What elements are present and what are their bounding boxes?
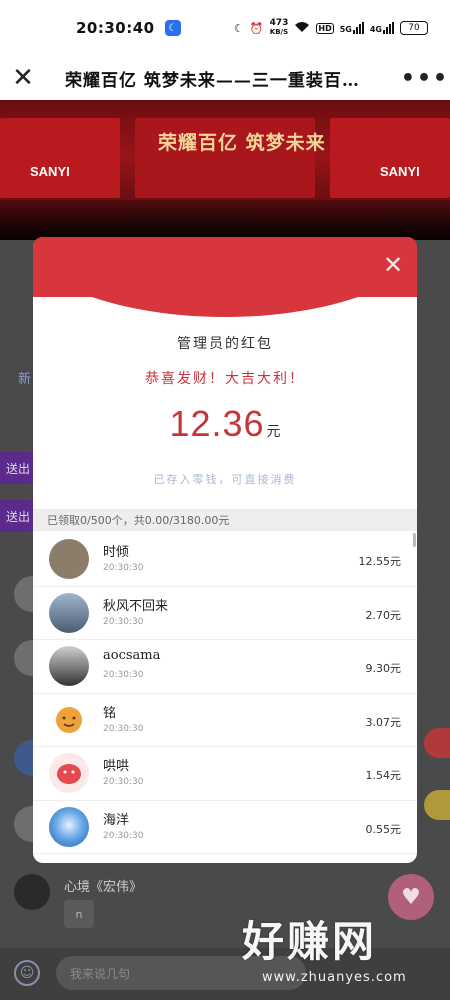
page-title: 荣耀百亿 筑梦未来——三一重装百…: [65, 70, 360, 91]
red-packet-greeting: 恭喜发财！大吉大利！: [145, 371, 305, 387]
wifi-icon: [294, 21, 310, 36]
amount-value: 12.36: [169, 403, 265, 444]
claim-time: 20:30:30: [103, 777, 144, 787]
claim-amount: 0.55元: [365, 822, 402, 836]
dnd-moon-icon: ☾: [234, 21, 244, 35]
status-time: 20:30:40: [76, 19, 155, 37]
status-icons: ☾ ⏰ 473 KB/S HD 5G 4G 70: [234, 19, 428, 37]
avatar: [14, 874, 50, 910]
live-banner[interactable]: SANYI 荣耀百亿 筑梦未来 SANYI: [0, 100, 450, 240]
claim-time: 20:30:30: [103, 670, 144, 680]
background-tab: 新: [18, 372, 32, 387]
modal-header-curve: [33, 237, 417, 317]
claimer-name: 铭: [103, 705, 117, 721]
watermark-title: 好赚网: [242, 917, 378, 966]
comment-author: 心境《宏伟》: [64, 880, 143, 895]
claim-list[interactable]: 时倾 20:30:30 12.55元 秋风不回来 20:30:30 2.70元 …: [33, 533, 417, 863]
claim-amount: 12.55元: [358, 555, 402, 568]
banner-slogan: 荣耀百亿 筑梦未来: [158, 132, 326, 154]
hd-badge: HD: [316, 22, 334, 34]
avatar: [49, 699, 89, 740]
claim-time: 20:30:30: [103, 563, 144, 573]
status-bar: 20:30:40 ☾ ☾ ⏰ 473 KB/S HD 5G 4G 70: [0, 0, 450, 56]
red-packet-sender: 管理员的红包: [177, 336, 273, 352]
banner-logo-left: SANYI: [30, 164, 70, 179]
avatar: [49, 592, 89, 633]
close-icon[interactable]: ✕: [1, 56, 45, 100]
claim-time: 20:30:30: [103, 723, 144, 734]
list-item[interactable]: aocsama 20:30:30 9.30元: [33, 640, 417, 694]
moon-app-icon: ☾: [164, 20, 181, 36]
more-icon[interactable]: •••: [400, 56, 450, 100]
banner-logo-right: SANYI: [380, 164, 420, 179]
gift-tag: 送出: [0, 500, 36, 532]
claimer-name: aocsama: [103, 648, 161, 663]
avatar: [49, 646, 89, 686]
list-item[interactable]: 时倾 20:30:30 12.55元: [33, 533, 417, 587]
watermark: 好赚网 www.zhuanyes.com: [242, 908, 450, 1000]
claimer-name: 秋风不回来: [103, 598, 169, 614]
list-item[interactable]: 铭 20:30:30 3.07元: [33, 694, 417, 747]
side-float-button[interactable]: [424, 790, 450, 820]
avatar: [49, 753, 89, 793]
claimer-name: 时倾: [103, 545, 130, 560]
signal-4g-icon: 4G: [370, 22, 394, 34]
comment-bubble: n: [64, 900, 94, 928]
claim-amount: 2.70元: [365, 608, 402, 622]
watermark-url: www.zhuanyes.com: [262, 970, 407, 985]
red-packet-modal: ✕ 管理员的红包 恭喜发财！大吉大利！ 12.36 元 已存入零钱，可直接消费 已…: [33, 237, 417, 863]
side-float-button[interactable]: [424, 728, 450, 758]
nav-bar: ✕ 荣耀百亿 筑梦未来——三一重装百… •••: [0, 56, 450, 100]
claim-amount: 9.30元: [365, 662, 402, 675]
alarm-icon: ⏰: [249, 21, 264, 35]
emoji-icon[interactable]: ☺: [14, 960, 40, 986]
claim-amount: 3.07元: [365, 715, 402, 729]
avatar: [49, 806, 89, 847]
claimer-name: 哄哄: [103, 759, 130, 774]
avatar: [49, 539, 89, 579]
red-packet-amount: 12.36 元: [33, 403, 417, 445]
claim-time: 20:30:30: [103, 830, 144, 841]
list-item[interactable]: 哄哄 20:30:30 1.54元: [33, 747, 417, 801]
list-item[interactable]: 秋风不回来 20:30:30 2.70元: [33, 587, 417, 640]
battery-indicator: 70: [400, 21, 428, 35]
gift-tag: 送出: [0, 452, 36, 484]
network-speed: 473 KB/S: [269, 18, 289, 37]
claimer-name: 海洋: [103, 812, 130, 828]
deposit-note[interactable]: 已存入零钱，可直接消费: [33, 471, 417, 487]
claim-time: 20:30:30: [103, 616, 144, 627]
banner-stage: [0, 200, 450, 240]
amount-unit: 元: [266, 424, 281, 440]
claim-summary: 已领取0/500个，共0.00/3180.00元: [33, 509, 417, 531]
close-icon[interactable]: ✕: [379, 251, 407, 279]
signal-5g-icon: 5G: [340, 22, 364, 34]
list-item[interactable]: 海洋 20:30:30 0.55元: [33, 801, 417, 854]
claim-amount: 1.54元: [365, 769, 402, 782]
